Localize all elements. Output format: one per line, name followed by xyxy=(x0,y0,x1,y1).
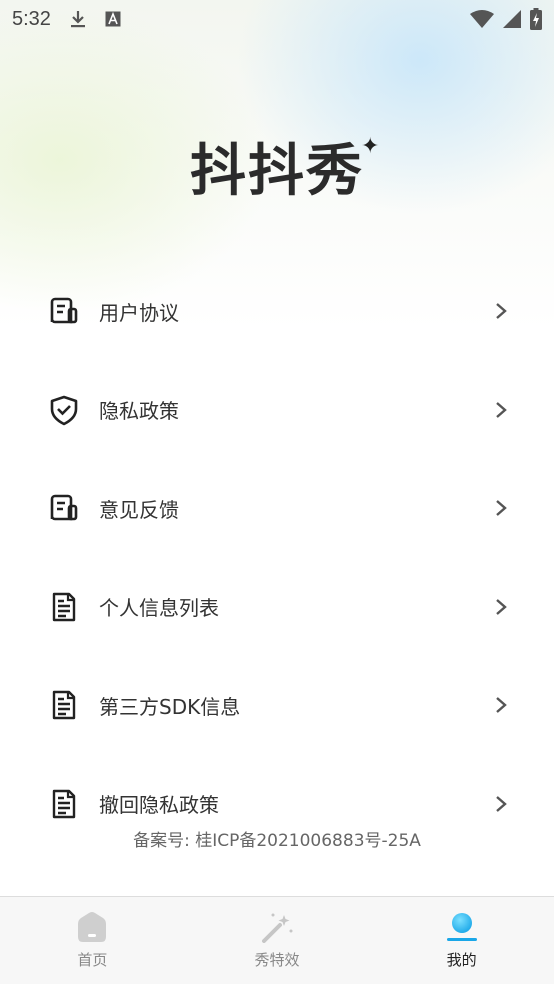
tab-effects[interactable]: 秀特效 xyxy=(185,897,370,984)
profile-dot-icon xyxy=(446,913,477,941)
magic-wand-icon xyxy=(262,913,293,943)
menu-item-feedback[interactable]: 意见反馈 xyxy=(0,459,554,558)
status-bar: 5:32 xyxy=(0,0,554,38)
file-lines-icon xyxy=(48,788,80,820)
signal-icon xyxy=(503,10,521,28)
menu-item-user-agreement[interactable]: 用户协议 xyxy=(0,262,554,361)
chevron-right-icon xyxy=(496,598,507,615)
file-lines-icon xyxy=(48,591,80,623)
app-logo-text: 抖抖秀 xyxy=(190,139,364,204)
shield-check-icon xyxy=(48,394,80,426)
document-list-icon xyxy=(48,295,80,327)
tab-label: 首页 xyxy=(77,951,108,969)
wifi-icon xyxy=(470,10,494,28)
document-list-icon xyxy=(48,492,80,524)
file-lines-icon xyxy=(48,689,80,721)
tab-home[interactable]: 首页 xyxy=(0,897,185,984)
menu-item-personal-info-list[interactable]: 个人信息列表 xyxy=(0,558,554,657)
menu-item-label: 撤回隐私政策 xyxy=(99,793,219,818)
chevron-right-icon xyxy=(496,500,507,517)
keyboard-a-icon xyxy=(105,11,121,27)
bottom-tab-bar: 首页 秀特效 我的 xyxy=(0,896,554,984)
app-logo: 抖抖秀 xyxy=(0,126,554,207)
status-time: 5:32 xyxy=(12,7,51,30)
tab-label: 我的 xyxy=(446,951,477,969)
chevron-right-icon xyxy=(496,401,507,418)
menu-item-label: 意见反馈 xyxy=(99,497,179,522)
tab-label: 秀特效 xyxy=(254,951,300,969)
menu-item-third-party-sdk[interactable]: 第三方SDK信息 xyxy=(0,656,554,755)
chevron-right-icon xyxy=(496,303,507,320)
home-icon xyxy=(78,912,107,942)
chevron-right-icon xyxy=(496,697,507,714)
menu-item-label: 用户协议 xyxy=(99,300,179,325)
settings-menu: 用户协议 隐私政策 意见反馈 个人信息列表 第三方SDK信息 撤回隐私政策 xyxy=(0,262,554,853)
chevron-right-icon xyxy=(496,795,507,812)
tab-profile[interactable]: 我的 xyxy=(369,897,554,984)
download-icon xyxy=(70,11,85,28)
sparkle-icon: ✦ xyxy=(361,134,380,159)
menu-item-privacy-policy[interactable]: 隐私政策 xyxy=(0,361,554,460)
menu-item-label: 第三方SDK信息 xyxy=(99,694,241,719)
battery-charging-icon xyxy=(530,8,542,30)
icp-record-text: 备案号: 桂ICP备2021006883号-25A xyxy=(133,831,421,851)
menu-item-label: 隐私政策 xyxy=(99,399,179,424)
menu-item-label: 个人信息列表 xyxy=(99,596,219,621)
